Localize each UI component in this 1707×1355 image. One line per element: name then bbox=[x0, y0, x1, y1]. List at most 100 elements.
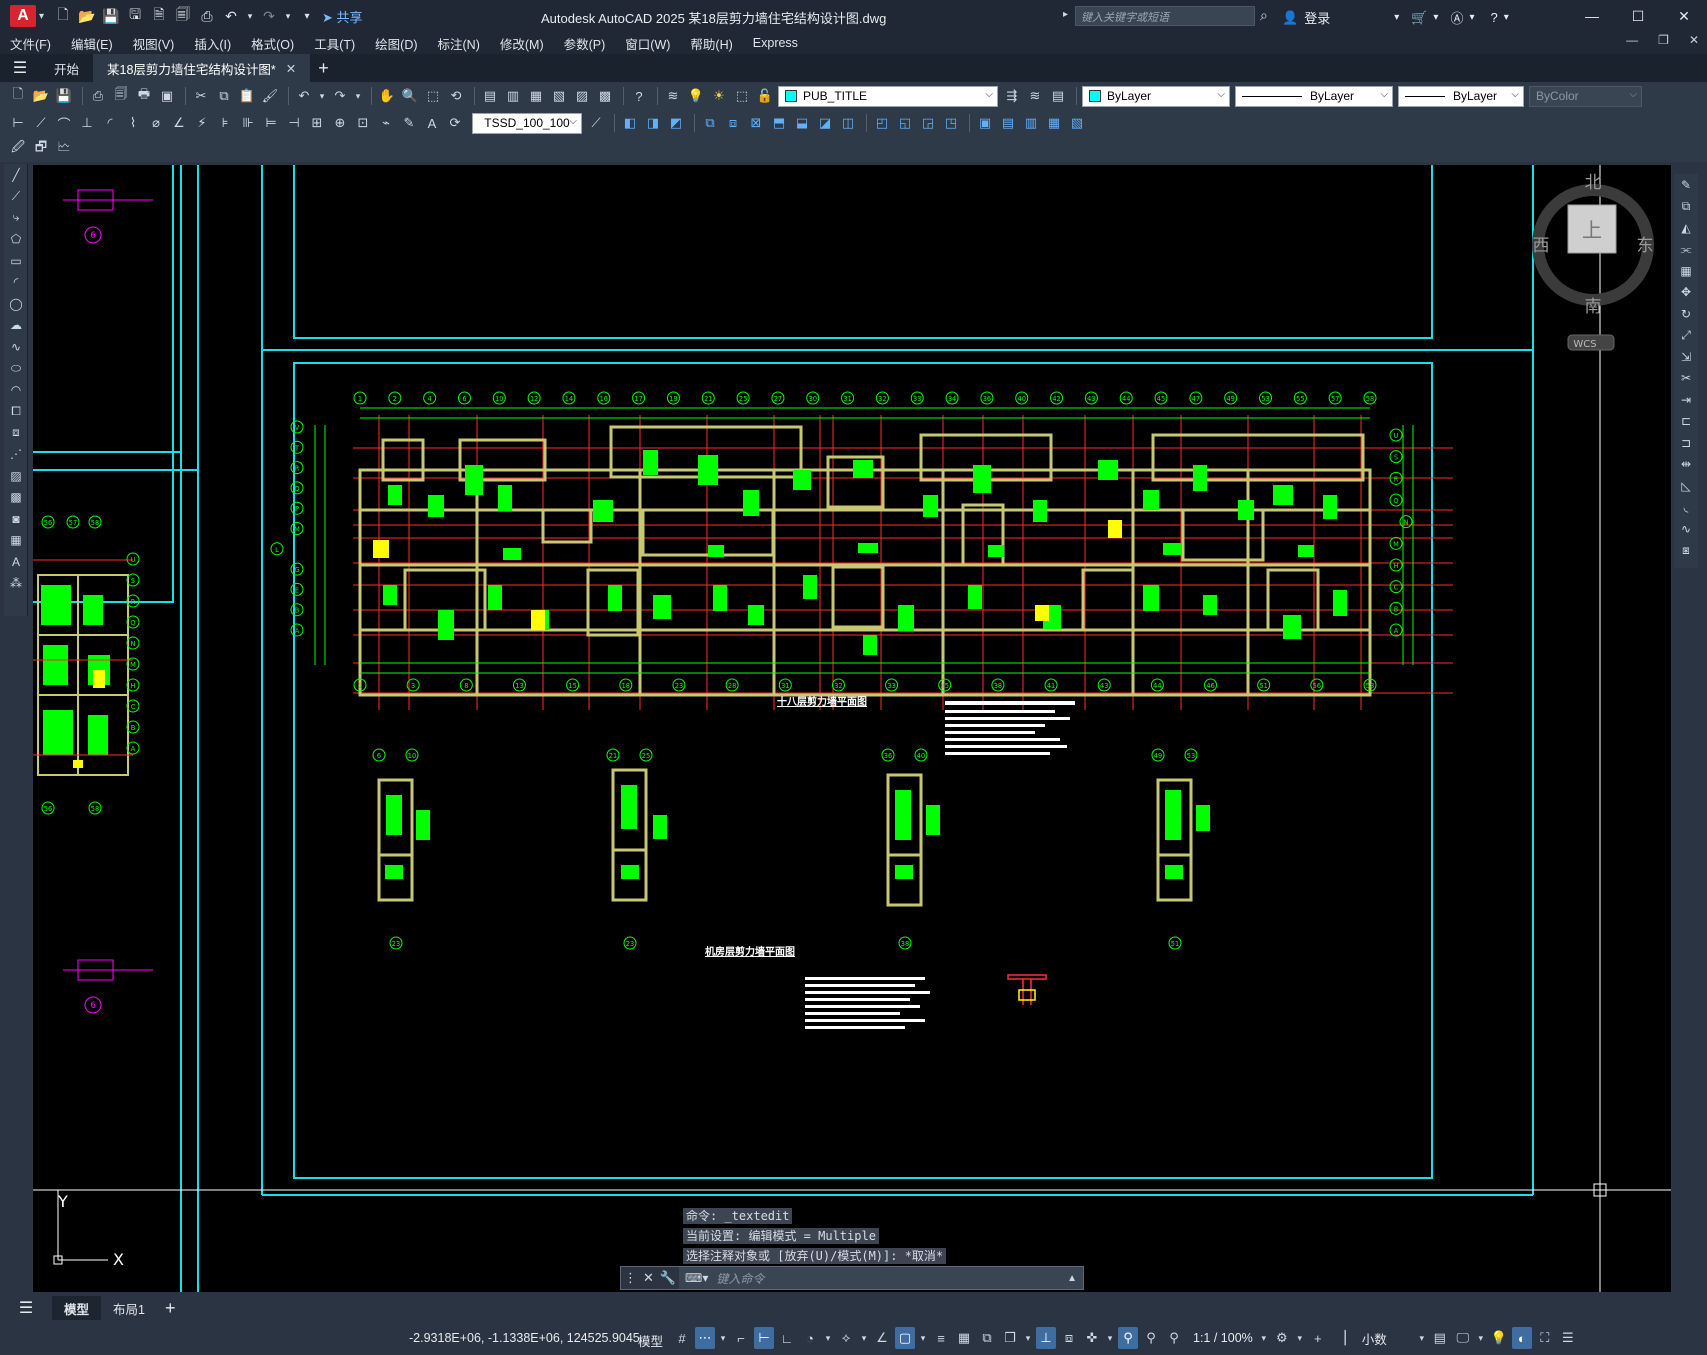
undo-dropdown-icon[interactable]: ▾ bbox=[246, 7, 254, 25]
hatch-icon[interactable]: ▨ bbox=[4, 465, 28, 487]
copy-icon[interactable]: ⧉ bbox=[214, 86, 234, 106]
inspect-icon[interactable]: ⊡ bbox=[353, 113, 373, 133]
intersect-icon[interactable]: ⊠ bbox=[746, 113, 766, 133]
solid-box-icon[interactable]: ◧ bbox=[620, 113, 640, 133]
redo-tool-dropdown-icon[interactable]: ▾ bbox=[353, 86, 363, 106]
layer-properties-icon[interactable]: ≋ bbox=[663, 86, 683, 106]
viewcube-south[interactable]: 南 bbox=[1585, 297, 1602, 317]
snap-icon[interactable]: ⋯ bbox=[695, 1327, 715, 1349]
offset-faces-icon[interactable]: ▦ bbox=[1044, 113, 1064, 133]
dim-space-icon[interactable]: ⊨ bbox=[261, 113, 281, 133]
cut-icon[interactable]: ✂ bbox=[191, 86, 211, 106]
sheet-set-icon[interactable]: ▧ bbox=[549, 86, 569, 106]
login-dropdown-icon[interactable]: ▾ bbox=[1394, 12, 1399, 23]
search-input[interactable]: 键入关键字或短语 bbox=[1075, 6, 1255, 26]
table-icon[interactable]: ▦ bbox=[4, 530, 28, 552]
circle-icon[interactable]: ◯ bbox=[4, 293, 28, 315]
redo-tool-icon[interactable]: ↷ bbox=[330, 86, 350, 106]
viewcube-east[interactable]: 东 bbox=[1637, 236, 1654, 256]
dim-edit-icon[interactable]: ✎ bbox=[399, 113, 419, 133]
layer-state-icon[interactable]: ▤ bbox=[1048, 86, 1068, 106]
viewcube-top-face[interactable]: 上 bbox=[1582, 218, 1602, 242]
tool-palettes-icon[interactable]: ▦ bbox=[526, 86, 546, 106]
spline-icon[interactable]: ∿ bbox=[4, 336, 28, 358]
revolve-icon[interactable]: ⬓ bbox=[792, 113, 812, 133]
solid-cone-icon[interactable]: ◩ bbox=[666, 113, 686, 133]
block-editor-icon[interactable]: 🖉 bbox=[8, 139, 28, 159]
layer-previous-icon[interactable]: ≋ bbox=[1025, 86, 1045, 106]
help-dropdown-icon[interactable]: ▾ bbox=[1504, 12, 1509, 23]
model-space-canvas[interactable]: 1 2 4 6 10 12 14 16 17 19 21 25 27 30 31 32 33 34 36 40 42 43… bbox=[33, 165, 1671, 1292]
redo-dropdown-icon[interactable]: ▾ bbox=[284, 7, 292, 25]
mtext-icon[interactable]: A bbox=[4, 551, 28, 573]
autocad-logo[interactable]: A bbox=[10, 5, 36, 27]
annotation-monitor-icon[interactable]: + bbox=[1308, 1327, 1328, 1349]
workspace-icon[interactable]: ⚙ bbox=[1272, 1327, 1292, 1349]
undo-icon[interactable]: ↶ bbox=[222, 7, 240, 25]
construction-line-icon[interactable]: ⟋ bbox=[4, 186, 28, 208]
jogged-linear-icon[interactable]: ⌁ bbox=[376, 113, 396, 133]
minimize-icon[interactable]: — bbox=[1569, 0, 1615, 32]
menu-dimension[interactable]: 标注(N) bbox=[438, 34, 480, 53]
search-icon[interactable]: ⌕ bbox=[1260, 7, 1268, 24]
linear-dim-icon[interactable]: ⊢ bbox=[8, 113, 28, 133]
lineweight-icon[interactable]: ≡ bbox=[931, 1327, 951, 1349]
undo-tool-dropdown-icon[interactable]: ▾ bbox=[317, 86, 327, 106]
tolerance-icon[interactable]: ⊞ bbox=[307, 113, 327, 133]
blend-curves-icon[interactable]: ∿ bbox=[1674, 518, 1698, 540]
dim-text-edit-icon[interactable]: A bbox=[422, 113, 442, 133]
maximize-icon[interactable]: ☐ bbox=[1615, 0, 1661, 32]
login-button[interactable]: 👤 登录 ▾ 🛒 ▾ Ⓐ ▾ ? ▾ bbox=[1282, 8, 1509, 27]
infer-constraints-icon[interactable]: ⌐ bbox=[731, 1327, 751, 1349]
linetype-dropdown[interactable]: ByLayer ⌵ bbox=[1235, 85, 1393, 107]
lock-ui-dropdown-icon[interactable]: ▾ bbox=[1476, 1327, 1486, 1349]
menu-parametric[interactable]: 参数(P) bbox=[564, 34, 606, 53]
offset-icon[interactable]: ⫘ bbox=[1674, 239, 1698, 261]
dim-update-icon[interactable]: ⟳ bbox=[445, 113, 465, 133]
layer-vp-icon[interactable]: ⬚ bbox=[732, 86, 752, 106]
xref-icon[interactable]: 🗗 bbox=[31, 139, 51, 159]
dim-break-icon[interactable]: ⊣ bbox=[284, 113, 304, 133]
command-input[interactable]: 键入命令 bbox=[708, 1270, 1067, 1287]
3d-osnap-icon[interactable]: ❒ bbox=[1000, 1327, 1020, 1349]
color-faces-icon[interactable]: ▧ bbox=[1067, 113, 1087, 133]
cart-icon[interactable]: 🛒 bbox=[1411, 10, 1427, 26]
calculator-icon[interactable]: ▩ bbox=[595, 86, 615, 106]
plot-icon[interactable]: ⎙ bbox=[198, 7, 216, 25]
help-tool-icon[interactable]: ? bbox=[629, 86, 649, 106]
menu-edit[interactable]: 编辑(E) bbox=[71, 34, 113, 53]
app-menu-chevron-icon[interactable]: ▾ bbox=[39, 11, 44, 22]
save-icon[interactable]: 💾 bbox=[102, 7, 120, 25]
recent-commands-icon[interactable]: ⌨▾ bbox=[679, 1271, 708, 1285]
publish-icon[interactable]: 🗎 bbox=[150, 6, 168, 25]
menu-draw[interactable]: 绘图(D) bbox=[375, 34, 417, 53]
point-icon[interactable]: ⋰ bbox=[4, 444, 28, 466]
zoom-window-icon[interactable]: ⬚ bbox=[423, 86, 443, 106]
menu-tools[interactable]: 工具(T) bbox=[314, 34, 355, 53]
command-close-icon[interactable]: ✕ bbox=[643, 1270, 654, 1286]
tab-start[interactable]: 开始 bbox=[40, 54, 93, 82]
object-snap-tracking-icon[interactable]: ∠ bbox=[872, 1327, 892, 1349]
layer-dropdown[interactable]: PUB_TITLE ⌵ bbox=[778, 85, 998, 107]
viewcube-north[interactable]: 北 bbox=[1585, 173, 1602, 193]
annotation-scale-value[interactable]: 1:1 / 100% bbox=[1193, 1331, 1253, 1345]
menu-modify[interactable]: 修改(M) bbox=[500, 34, 544, 53]
jogged-dim-icon[interactable]: ⌇ bbox=[123, 113, 143, 133]
doc-close-icon[interactable]: ✕ bbox=[1689, 33, 1699, 47]
solid-wedge-icon[interactable]: ◨ bbox=[643, 113, 663, 133]
fillet-icon[interactable]: ◟ bbox=[1674, 497, 1698, 519]
insert-block-icon[interactable]: ⧠ bbox=[4, 401, 28, 423]
arc-icon[interactable]: ◜ bbox=[4, 272, 28, 294]
menu-format[interactable]: 格式(O) bbox=[251, 34, 294, 53]
auto-scale-icon[interactable]: ⚲ bbox=[1141, 1327, 1161, 1349]
3d-print-icon[interactable]: ▣ bbox=[157, 86, 177, 106]
polygon-icon[interactable]: ⬠ bbox=[4, 229, 28, 251]
dynamic-ucs-icon[interactable]: ⊥ bbox=[1036, 1327, 1056, 1349]
markup-icon[interactable]: ▨ bbox=[572, 86, 592, 106]
open-icon[interactable]: 📂 bbox=[78, 7, 96, 25]
selection-cycling-icon[interactable]: ⧉ bbox=[977, 1327, 997, 1349]
publish-file-icon[interactable]: 🖶 bbox=[134, 86, 154, 106]
dimstyle-manager-icon[interactable]: ⟋ bbox=[586, 113, 606, 133]
scale-dropdown-icon[interactable]: ▾ bbox=[1259, 1327, 1269, 1349]
save-file-icon[interactable]: 💾 bbox=[54, 86, 74, 106]
